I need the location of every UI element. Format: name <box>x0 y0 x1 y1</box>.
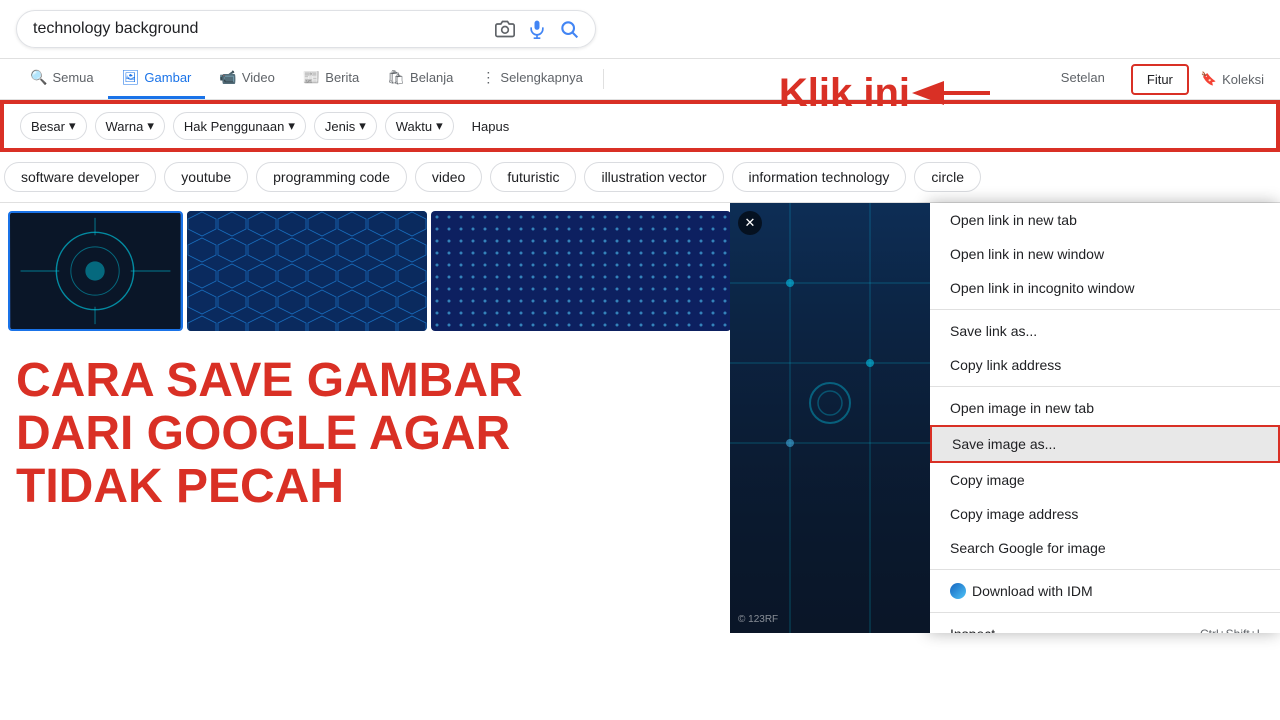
main-content: CARA SAVE GAMBAR DARI GOOGLE AGAR TIDAK … <box>0 203 1280 633</box>
chip-illustration-vector[interactable]: illustration vector <box>584 162 723 192</box>
chip-video[interactable]: video <box>415 162 482 192</box>
inspect-shortcut: Ctrl+Shift+I <box>1200 627 1260 633</box>
right-panel: ✕ <box>730 203 1280 633</box>
chevron-down-icon: ▾ <box>147 118 154 134</box>
tech-hex-img-2 <box>187 211 427 331</box>
chevron-down-icon: ▾ <box>288 118 295 134</box>
tab-berita[interactable]: 📰 Berita <box>289 59 373 99</box>
nav-right: Setelan Fitur 🔖 Koleksi <box>1047 60 1264 98</box>
image-icon: 🖼 <box>122 69 140 86</box>
filter-bar-wrapper: Besar ▾ Warna ▾ Hak Penggunaan ▾ Jenis ▾… <box>0 100 1280 152</box>
filter-waktu-button[interactable]: Waktu ▾ <box>385 112 454 140</box>
nav-tabs: 🔍 Semua 🖼 Gambar 📹 Video 📰 Berita 🛍 Bela… <box>0 59 1280 100</box>
context-open-new-tab[interactable]: Open link in new tab <box>930 203 1280 237</box>
chevron-down-icon: ▾ <box>69 118 76 134</box>
context-divider-2 <box>930 386 1280 387</box>
chip-information-technology[interactable]: information technology <box>732 162 907 192</box>
chip-youtube[interactable]: youtube <box>164 162 248 192</box>
context-divider-1 <box>930 309 1280 310</box>
arrow-icon <box>910 68 1000 118</box>
chevron-down-icon: ▾ <box>436 118 443 134</box>
bookmark-icon: 🔖 <box>1201 71 1217 87</box>
image-thumb-1[interactable] <box>8 211 183 331</box>
context-divider-3 <box>930 569 1280 570</box>
chip-futuristic[interactable]: futuristic <box>490 162 576 192</box>
instruction-line3: TIDAK PECAH <box>16 461 714 514</box>
tab-gambar[interactable]: 🖼 Gambar <box>108 59 206 99</box>
image-thumb-2[interactable] <box>187 211 427 331</box>
search-icons <box>495 19 579 39</box>
shopping-icon: 🛍 <box>387 69 405 86</box>
search-input[interactable] <box>33 20 487 38</box>
chip-software-developer[interactable]: software developer <box>4 162 156 192</box>
context-open-image-tab[interactable]: Open image in new tab <box>930 391 1280 425</box>
context-download-idm[interactable]: Download with IDM <box>930 574 1280 608</box>
instruction-line2: DARI GOOGLE AGAR <box>16 408 714 461</box>
tab-selengkapnya[interactable]: ⋮ Selengkapnya <box>467 59 596 99</box>
context-copy-image[interactable]: Copy image <box>930 463 1280 497</box>
tab-video[interactable]: 📹 Video <box>205 59 288 99</box>
idm-icon <box>950 583 966 599</box>
suggestion-chips: software developer youtube programming c… <box>0 152 1280 203</box>
context-save-link-as[interactable]: Save link as... <box>930 314 1280 348</box>
chevron-down-icon: ▾ <box>359 118 366 134</box>
context-open-new-window[interactable]: Open link in new window <box>930 237 1280 271</box>
annotation-container: Klik ini <box>779 68 1000 118</box>
image-preview: ✕ <box>730 203 930 633</box>
context-search-google-image[interactable]: Search Google for image <box>930 531 1280 565</box>
search-button[interactable] <box>559 19 579 39</box>
filter-bar: Besar ▾ Warna ▾ Hak Penggunaan ▾ Jenis ▾… <box>2 102 1278 150</box>
nav-divider <box>603 69 604 89</box>
circuit-preview-svg <box>730 203 930 633</box>
video-icon: 📹 <box>219 69 236 86</box>
news-icon: 📰 <box>303 69 320 86</box>
image-thumb-3[interactable] <box>431 211 731 331</box>
filter-hapus-button[interactable]: Hapus <box>462 114 520 139</box>
voice-search-button[interactable] <box>527 19 547 39</box>
watermark-label: © 123RF <box>738 614 778 625</box>
filter-hak-penggunaan-button[interactable]: Hak Penggunaan ▾ <box>173 112 306 140</box>
context-save-image-as[interactable]: Save image as... <box>930 425 1280 463</box>
chip-programming-code[interactable]: programming code <box>256 162 407 192</box>
context-open-incognito[interactable]: Open link in incognito window <box>930 271 1280 305</box>
image-row <box>0 203 730 339</box>
search-icon: 🔍 <box>30 69 47 86</box>
chip-circle[interactable]: circle <box>914 162 981 192</box>
context-copy-image-address[interactable]: Copy image address <box>930 497 1280 531</box>
instruction-text-container: CARA SAVE GAMBAR DARI GOOGLE AGAR TIDAK … <box>0 339 730 529</box>
context-divider-4 <box>930 612 1280 613</box>
tech-dots-img-3 <box>431 211 731 331</box>
klik-ini-label: Klik ini <box>779 71 910 116</box>
camera-search-button[interactable] <box>495 19 515 39</box>
search-box <box>16 10 596 48</box>
tab-belanja[interactable]: 🛍 Belanja <box>373 59 467 99</box>
filter-warna-button[interactable]: Warna ▾ <box>95 112 165 140</box>
fitur-button[interactable]: Fitur <box>1131 64 1189 95</box>
instruction-line1: CARA SAVE GAMBAR <box>16 355 714 408</box>
context-menu: Open link in new tab Open link in new wi… <box>930 203 1280 633</box>
more-icon: ⋮ <box>481 69 495 86</box>
filter-jenis-button[interactable]: Jenis ▾ <box>314 112 377 140</box>
search-bar-container <box>0 0 1280 59</box>
context-inspect[interactable]: Inspect Ctrl+Shift+I <box>930 617 1280 633</box>
left-content: CARA SAVE GAMBAR DARI GOOGLE AGAR TIDAK … <box>0 203 730 633</box>
context-copy-link[interactable]: Copy link address <box>930 348 1280 382</box>
tab-semua[interactable]: 🔍 Semua <box>16 59 108 99</box>
koleksi-button[interactable]: 🔖 Koleksi <box>1201 71 1264 87</box>
close-preview-button[interactable]: ✕ <box>738 211 762 235</box>
filter-besar-button[interactable]: Besar ▾ <box>20 112 87 140</box>
setelan-button[interactable]: Setelan <box>1047 60 1119 98</box>
tech-circuit-img-1 <box>10 213 181 329</box>
